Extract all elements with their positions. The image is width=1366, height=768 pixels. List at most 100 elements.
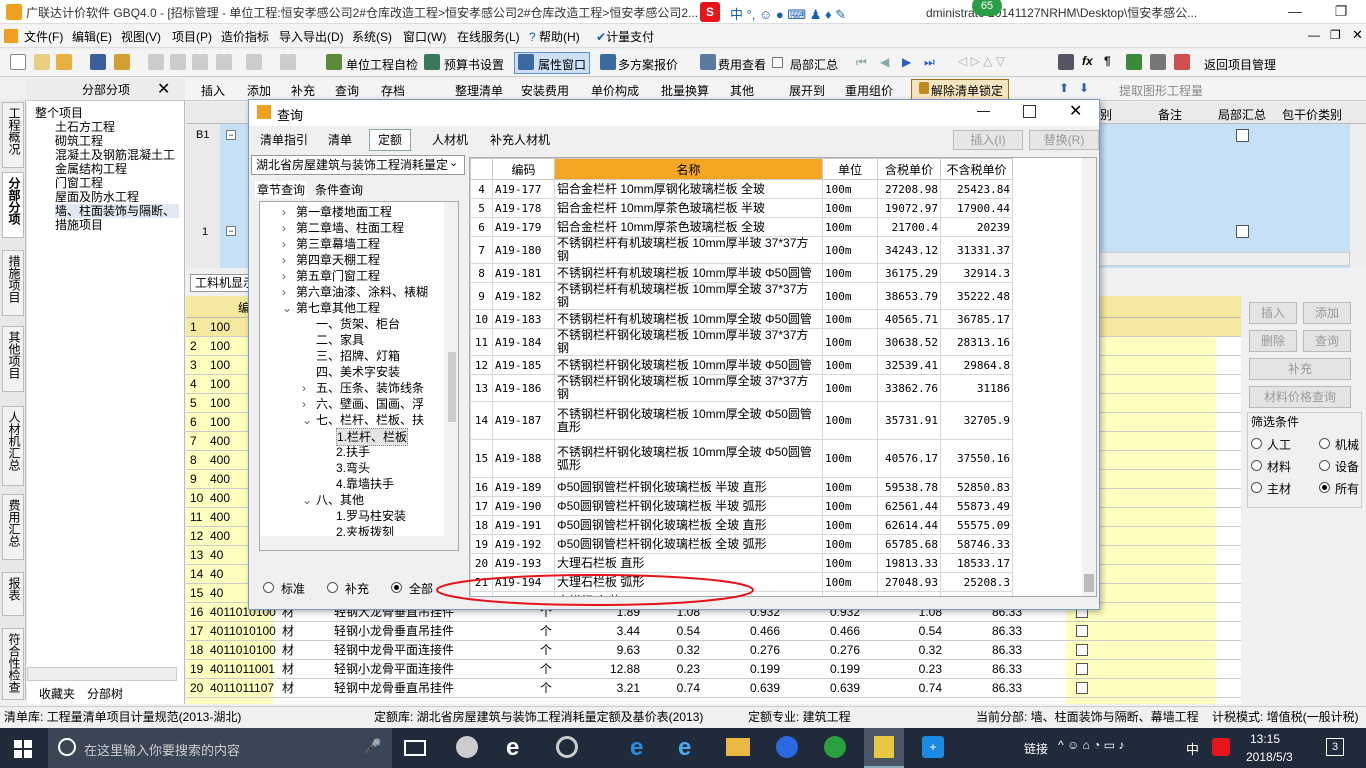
menu-edit[interactable]: 编辑(E) [72, 28, 112, 45]
menu-cost-index[interactable]: 造价指标 [221, 28, 269, 45]
filter-radio[interactable] [1319, 482, 1330, 493]
chevron-right-icon[interactable]: › [302, 380, 306, 396]
sogou-tray-icon[interactable] [1212, 738, 1230, 756]
partial-summary-checkbox[interactable] [772, 57, 783, 68]
nav-first-icon[interactable]: ⏮ [856, 55, 867, 70]
chapter-tree-node[interactable]: 第五章门窗工程 [296, 268, 380, 284]
chapter-tree-node[interactable]: 一、货架、柜台 [316, 316, 400, 332]
fan-app-icon[interactable] [456, 736, 478, 758]
budget-settings-button[interactable]: 预算书设置 [444, 56, 504, 73]
batch-convert-button[interactable]: 批量换算 [661, 82, 709, 99]
add-button[interactable]: 添加 [247, 82, 271, 99]
sogou-ime-icon[interactable]: S [700, 2, 720, 22]
list-grid-hscroll[interactable] [1086, 252, 1350, 266]
menu-window[interactable]: 窗口(W) [403, 28, 446, 45]
chevron-right-icon[interactable]: › [282, 252, 286, 268]
table-row[interactable]: 19 A19-192 Φ50圆钢管栏杆钢化玻璃栏板 全玻 弧形 100m 65785.6… [470, 534, 1013, 554]
clock-time[interactable]: 13:15 [1250, 732, 1280, 746]
rp-add-button[interactable]: 添加 [1303, 302, 1351, 324]
mdi-minimize-button[interactable]: — [1308, 28, 1320, 42]
collapse-icon[interactable]: − [226, 226, 236, 236]
row-checkbox[interactable] [1076, 682, 1088, 694]
list-grid-vscroll[interactable] [1350, 124, 1366, 268]
table-row[interactable]: 15 A19-188 不锈钢栏杆钢化玻璃栏板 10mm厚全玻 Φ50圆管 弧形 100… [470, 439, 1013, 478]
tree-item-roof[interactable]: 屋面及防水工程 [55, 190, 139, 204]
tab-other-items[interactable]: 其他项目 [2, 326, 24, 392]
chapter-tree-node[interactable]: 第六章油漆、涂料、裱糊 [296, 284, 428, 300]
reuse-price-button[interactable]: 重用组价 [845, 82, 893, 99]
insert-button[interactable]: 插入 [201, 82, 225, 99]
table-row[interactable]: 18 A19-191 Φ50圆钢管栏杆钢化玻璃栏板 全玻 直形 100m 62614.4… [470, 515, 1013, 535]
chevron-right-icon[interactable]: › [282, 236, 286, 252]
minimize-button[interactable]: — [1272, 0, 1318, 24]
move-down-icon[interactable]: ⬇ [1079, 81, 1089, 95]
dialog-maximize-button[interactable] [1023, 105, 1036, 118]
chevron-right-icon[interactable]: › [282, 220, 286, 236]
table-row[interactable]: 7 A19-180 不锈钢栏杆有机玻璃栏板 10mm厚半玻 37*37方钢 100m 3… [470, 236, 1013, 264]
windows-start-icon[interactable] [14, 740, 32, 758]
chapter-tree-node[interactable]: 3.弯头 [336, 460, 370, 476]
tab-measures[interactable]: 措施项目 [2, 250, 24, 316]
radio-standard[interactable] [263, 582, 274, 593]
cut-icon[interactable] [148, 54, 164, 70]
tab-project-overview[interactable]: 工程概况 [2, 102, 24, 168]
tree-item-masonry[interactable]: 砌筑工程 [55, 134, 103, 148]
tree-item-measures[interactable]: 措施项目 [55, 218, 103, 232]
tab-favorites[interactable]: 收藏夹 [39, 685, 75, 702]
table-row[interactable]: 18 4011010100 材 轻钢中龙骨平面连接件 个 9.63 0.32 0.276 0.2… [186, 641, 1241, 660]
edge-blue-icon[interactable]: e [630, 734, 643, 762]
chapter-tree-node[interactable]: 第四章天棚工程 [296, 252, 380, 268]
glodon-app-icon[interactable] [776, 736, 798, 758]
clock-date[interactable]: 2018/5/3 [1246, 750, 1293, 764]
chapter-tree-node[interactable]: 二、家具 [316, 332, 364, 348]
filter-radio[interactable] [1319, 460, 1330, 471]
rp-insert-button[interactable]: 插入 [1249, 302, 1297, 324]
tree-item-concrete[interactable]: 混凝土及钢筋混凝土工 [55, 148, 183, 162]
tree-item-metal[interactable]: 金属结构工程 [55, 162, 127, 176]
chapter-tree-vscroll-thumb[interactable] [448, 352, 456, 422]
tab-condition-search[interactable]: 条件查询 [315, 181, 363, 198]
chapter-tree-hscroll[interactable] [260, 536, 458, 550]
collapse-icon[interactable]: − [226, 130, 236, 140]
chapter-tree-node[interactable]: 五、压条、装饰线条 [316, 380, 424, 396]
green-cube-icon[interactable] [1126, 54, 1142, 70]
red-tool-icon[interactable] [1174, 54, 1190, 70]
paragraph-icon[interactable]: ¶ [1104, 54, 1111, 68]
rp-material-price-button[interactable]: 材料价格查询 [1249, 386, 1351, 408]
blue-plus-app-icon[interactable]: + [922, 736, 944, 758]
chevron-right-icon[interactable]: › [282, 268, 286, 284]
radio-supplement[interactable] [327, 582, 338, 593]
ime-toolbar[interactable]: 中 °, ☺ ● ⌨ ♟ ♦ ✎ [730, 4, 846, 23]
qcol-name[interactable]: 名称 [554, 158, 823, 180]
tab-compliance-check[interactable]: 符合性检查 [2, 628, 24, 700]
rp-delete-button[interactable]: 删除 [1249, 330, 1297, 352]
chapter-tree-node[interactable]: 八、其他 [316, 492, 364, 508]
nav-last-icon[interactable]: ⏭ [924, 55, 935, 70]
unit-price-button[interactable]: 单价构成 [591, 82, 639, 99]
return-project-button[interactable]: 返回项目管理 [1204, 56, 1276, 73]
tray-link-label[interactable]: 链接 [1024, 740, 1048, 757]
mdi-restore-button[interactable]: ❐ [1330, 28, 1341, 42]
chapter-tree-node[interactable]: 三、招牌、灯箱 [316, 348, 400, 364]
restore-button[interactable]: ❐ [1318, 0, 1364, 24]
paste-icon[interactable] [192, 54, 208, 70]
table-row[interactable]: 19 4011011001 材 轻钢小龙骨平面连接件 个 12.88 0.23 0.199 0.… [186, 660, 1241, 679]
tab-material-display[interactable]: 工料机显示 [190, 274, 250, 292]
rp-query-button[interactable]: 查询 [1303, 330, 1351, 352]
install-fee-button[interactable]: 安装费用 [521, 82, 569, 99]
file-explorer-icon[interactable] [726, 738, 750, 756]
move-up-icon[interactable]: ⬆ [1059, 81, 1069, 95]
table-row[interactable]: 8 A19-181 不锈钢栏杆有机玻璃栏板 10mm厚半玻 Φ50圆管 100m 361… [470, 263, 1013, 283]
task-view-icon[interactable] [404, 740, 426, 756]
edge-icon[interactable]: e [506, 734, 519, 762]
tree-item-whole-project[interactable]: 整个项目 [35, 106, 83, 120]
chapter-tree-node[interactable]: 2.扶手 [336, 444, 370, 460]
tree-item-earthwork[interactable]: 土石方工程 [55, 120, 115, 134]
dialog-replace-button[interactable]: 替换(R) [1029, 130, 1099, 150]
quota-table-vscroll-thumb[interactable] [1084, 574, 1094, 592]
tab-division-tree[interactable]: 分部树 [87, 685, 123, 702]
radio-all[interactable] [391, 582, 402, 593]
tab-supplement-material[interactable]: 补充人材机 [481, 129, 559, 151]
tab-reports[interactable]: 报表 [2, 572, 24, 616]
nav-next-icon[interactable]: ▶ [902, 55, 911, 69]
